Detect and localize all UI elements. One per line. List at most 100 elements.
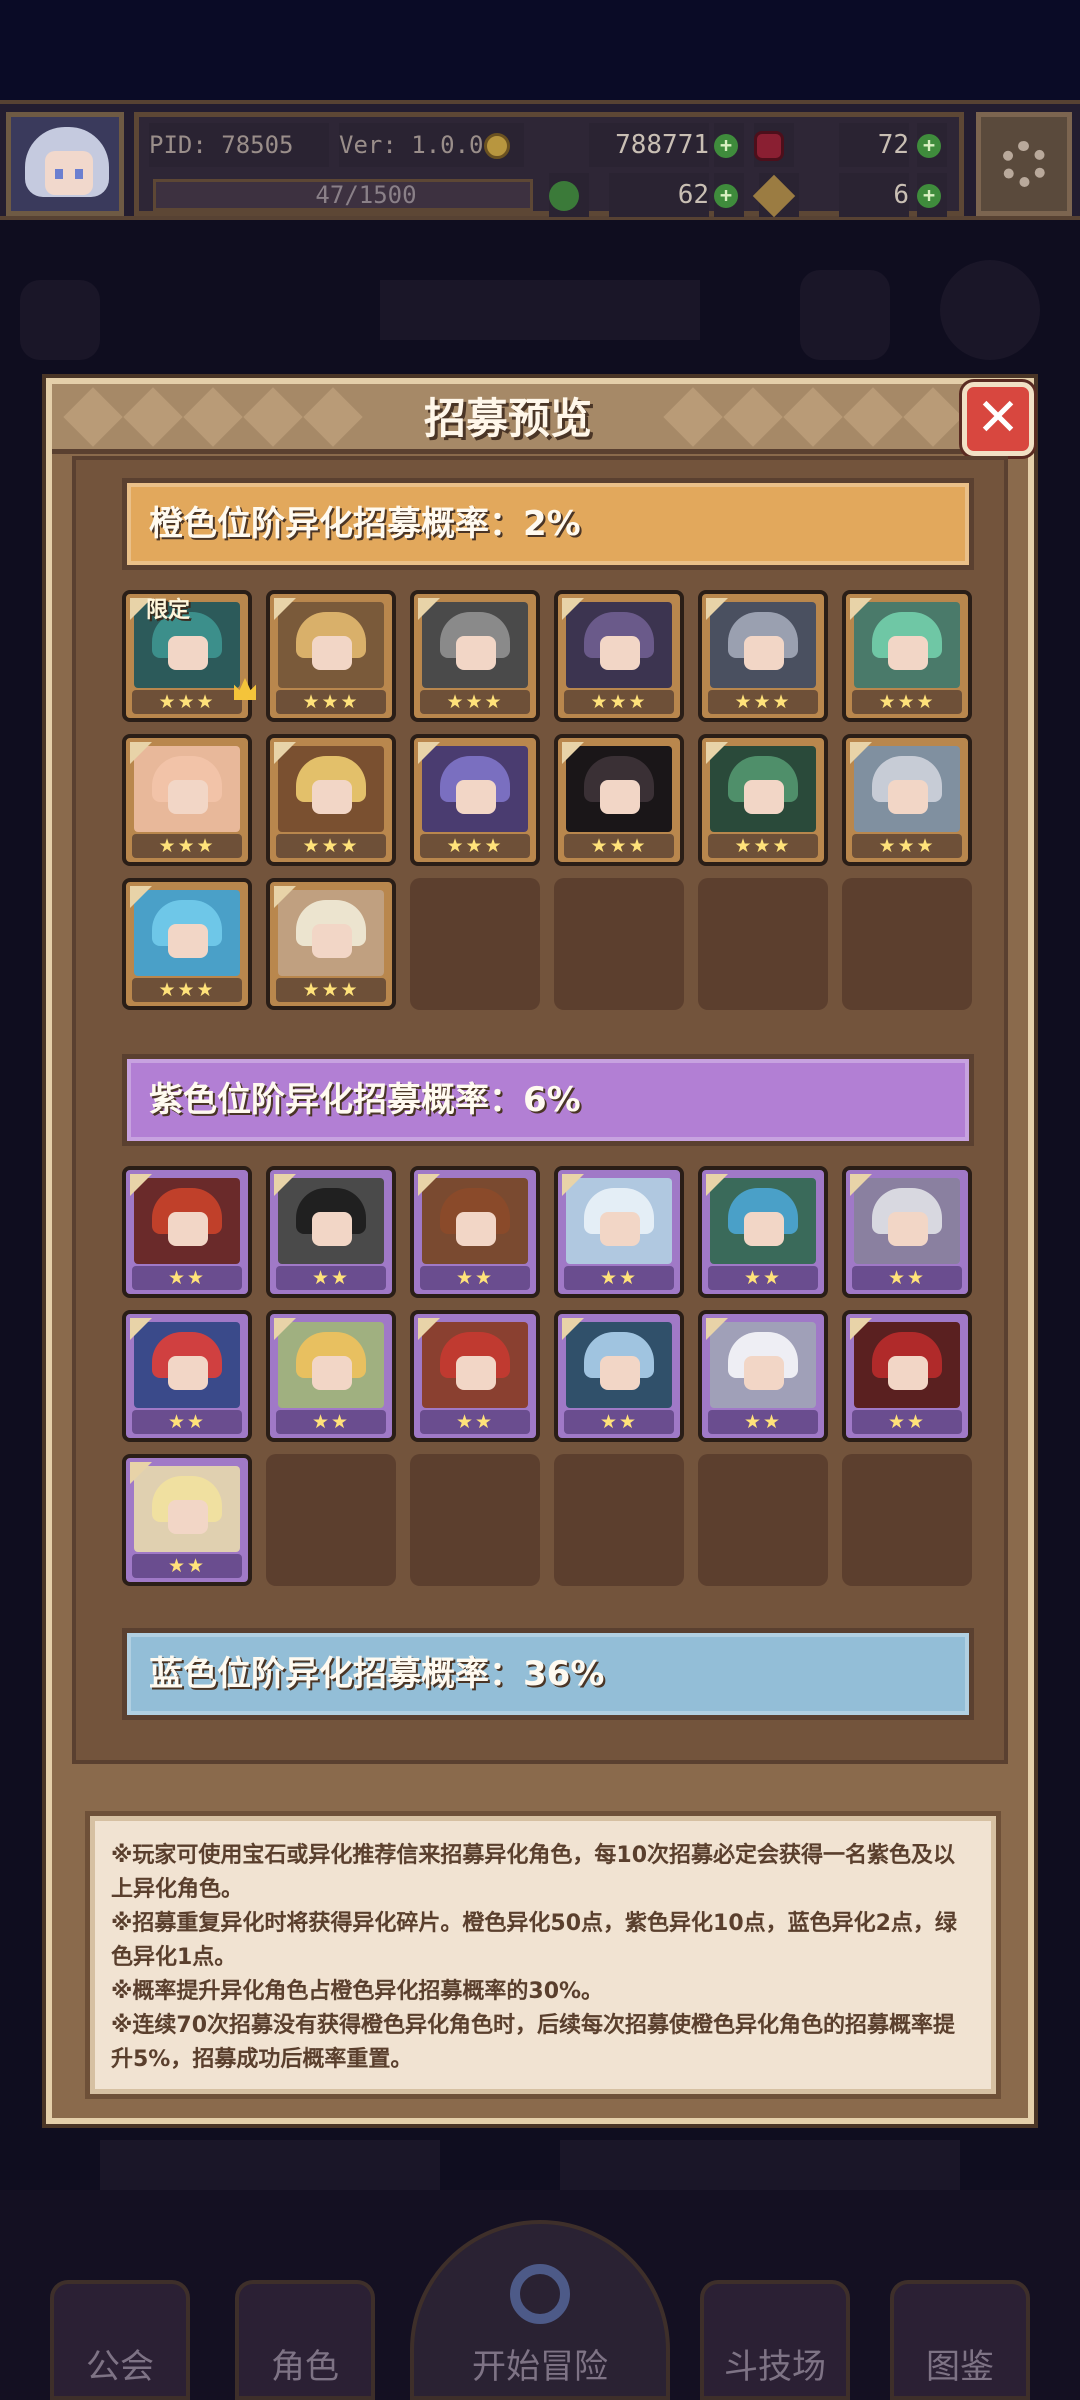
- blue-rate-banner: 蓝色位阶异化招募概率：36%: [122, 1628, 974, 1720]
- character-portrait: [134, 1466, 240, 1552]
- avatar-eye: [75, 169, 83, 179]
- star-rating: ★★★: [564, 690, 674, 714]
- portrait-face: [744, 1212, 784, 1246]
- star-rating: ★★★: [276, 690, 386, 714]
- key-add-button[interactable]: +: [917, 173, 947, 217]
- orange-character-card[interactable]: ★★★: [266, 878, 396, 1010]
- orange-character-card[interactable]: ★★★: [698, 734, 828, 866]
- character-card-frame: ★★★: [842, 590, 972, 722]
- nav-characters[interactable]: 角色: [235, 2280, 375, 2400]
- character-card-frame: ★★★: [698, 734, 828, 866]
- character-portrait: [566, 1178, 672, 1264]
- nav-guild-label: 公会: [86, 2347, 154, 2387]
- portrait-face: [600, 1212, 640, 1246]
- purple-character-card[interactable]: ★★: [122, 1166, 252, 1298]
- clover-add-button[interactable]: +: [714, 173, 744, 217]
- settings-button[interactable]: [976, 112, 1072, 216]
- star-rating: ★★: [852, 1266, 962, 1290]
- orange-character-card[interactable]: ★★★: [122, 878, 252, 1010]
- recruit-preview-dialog: 招募预览 ✕ 橙色位阶异化招募概率：2% ★★★ 限定 ★★★ ★★★ ★★★ ★★★ ★★…: [46, 378, 1034, 2124]
- star-rating: ★★★: [852, 834, 962, 858]
- nav-characters-label: 角色: [271, 2347, 339, 2387]
- recruit-rules-notes: ※玩家可使用宝石或异化推荐信来招募异化角色，每10次招募必定会获得一名紫色及以 …: [90, 1816, 996, 2094]
- portrait-face: [312, 1356, 352, 1390]
- orange-character-card[interactable]: ★★★: [554, 590, 684, 722]
- clover-icon: [549, 173, 589, 217]
- purple-character-card[interactable]: ★★: [698, 1166, 828, 1298]
- star-rating: ★★: [420, 1410, 530, 1434]
- empty-slot: [554, 1454, 684, 1586]
- portrait-face: [744, 780, 784, 814]
- nav-guild[interactable]: 公会: [50, 2280, 190, 2400]
- character-portrait: [278, 1178, 384, 1264]
- star-rating: ★★★: [564, 834, 674, 858]
- orange-character-card[interactable]: ★★★: [842, 590, 972, 722]
- purple-character-card[interactable]: ★★: [122, 1310, 252, 1442]
- purple-character-card[interactable]: ★★: [410, 1310, 540, 1442]
- gem-amount: 72: [839, 123, 909, 167]
- orange-character-card[interactable]: ★★★: [698, 590, 828, 722]
- character-card-frame: ★★★: [842, 734, 972, 866]
- orange-character-card[interactable]: ★★★: [410, 734, 540, 866]
- star-rating: ★★: [132, 1554, 242, 1578]
- purple-character-card[interactable]: ★★: [554, 1166, 684, 1298]
- empty-slot: [410, 878, 540, 1010]
- character-card-frame: ★★: [842, 1310, 972, 1442]
- character-portrait: [278, 602, 384, 688]
- purple-character-card[interactable]: ★★: [266, 1310, 396, 1442]
- purple-character-card[interactable]: ★★: [698, 1310, 828, 1442]
- nav-adventure[interactable]: 开始冒险: [410, 2220, 670, 2400]
- star-rating: ★★★: [420, 834, 530, 858]
- purple-character-card[interactable]: ★★: [554, 1310, 684, 1442]
- gold-amount: 788771: [589, 123, 709, 167]
- note-line: 升5%，招募成功后概率重置。: [111, 2047, 413, 2072]
- star-rating: ★★: [852, 1410, 962, 1434]
- character-portrait: [710, 1322, 816, 1408]
- orange-character-card[interactable]: ★★★: [266, 734, 396, 866]
- character-portrait: [854, 1322, 960, 1408]
- dialog-title: 招募预览: [423, 394, 592, 443]
- character-portrait: [134, 890, 240, 976]
- orange-character-card[interactable]: ★★★: [554, 734, 684, 866]
- empty-slot: [698, 878, 828, 1010]
- note-line: ※招募重复异化时将获得异化碎片。橙色异化50点，紫色异化10点，蓝色异化2点，绿: [111, 1911, 957, 1936]
- character-card-frame: ★★★: [266, 878, 396, 1010]
- orange-character-card[interactable]: ★★★: [410, 590, 540, 722]
- character-portrait: [566, 746, 672, 832]
- character-portrait: [278, 746, 384, 832]
- nav-codex[interactable]: 图鉴: [890, 2280, 1030, 2400]
- nav-arena[interactable]: 斗技场: [700, 2280, 850, 2400]
- nav-codex-label: 图鉴: [926, 2347, 994, 2387]
- character-portrait: [854, 1178, 960, 1264]
- purple-character-card[interactable]: ★★: [266, 1166, 396, 1298]
- close-button[interactable]: ✕: [962, 382, 1034, 456]
- portrait-face: [456, 636, 496, 670]
- portrait-face: [312, 780, 352, 814]
- star-rating: ★★★: [708, 690, 818, 714]
- orange-character-card[interactable]: ★★★: [122, 734, 252, 866]
- portrait-face: [888, 1356, 928, 1390]
- orange-character-card[interactable]: ★★★: [266, 590, 396, 722]
- purple-character-card[interactable]: ★★: [410, 1166, 540, 1298]
- avatar-face: [45, 151, 93, 195]
- orange-character-card[interactable]: ★★★: [842, 734, 972, 866]
- orange-character-card[interactable]: ★★★ 限定: [122, 590, 256, 722]
- purple-character-card[interactable]: ★★: [842, 1166, 972, 1298]
- character-portrait: [278, 890, 384, 976]
- character-card-frame: ★★: [698, 1310, 828, 1442]
- player-avatar[interactable]: [6, 112, 124, 216]
- gold-add-button[interactable]: +: [714, 123, 744, 167]
- clover-amount: 62: [609, 173, 709, 217]
- character-card-frame: ★★★: [554, 734, 684, 866]
- dialog-content: 橙色位阶异化招募概率：2% ★★★ 限定 ★★★ ★★★ ★★★ ★★★ ★★★ ★★★ ★★★…: [72, 456, 1008, 1764]
- portrait-face: [600, 636, 640, 670]
- gem-add-button[interactable]: +: [917, 123, 947, 167]
- purple-character-card[interactable]: ★★: [122, 1454, 252, 1586]
- character-card-frame: ★★: [698, 1166, 828, 1298]
- note-line: ※连续70次招募没有获得橙色异化角色时，后续每次招募使橙色异化角色的招募概率提: [111, 2013, 956, 2038]
- purple-character-card[interactable]: ★★: [842, 1310, 972, 1442]
- star-rating: ★★★: [276, 834, 386, 858]
- portrait-face: [168, 1500, 208, 1534]
- character-card-frame: ★★: [122, 1166, 252, 1298]
- portrait-face: [888, 636, 928, 670]
